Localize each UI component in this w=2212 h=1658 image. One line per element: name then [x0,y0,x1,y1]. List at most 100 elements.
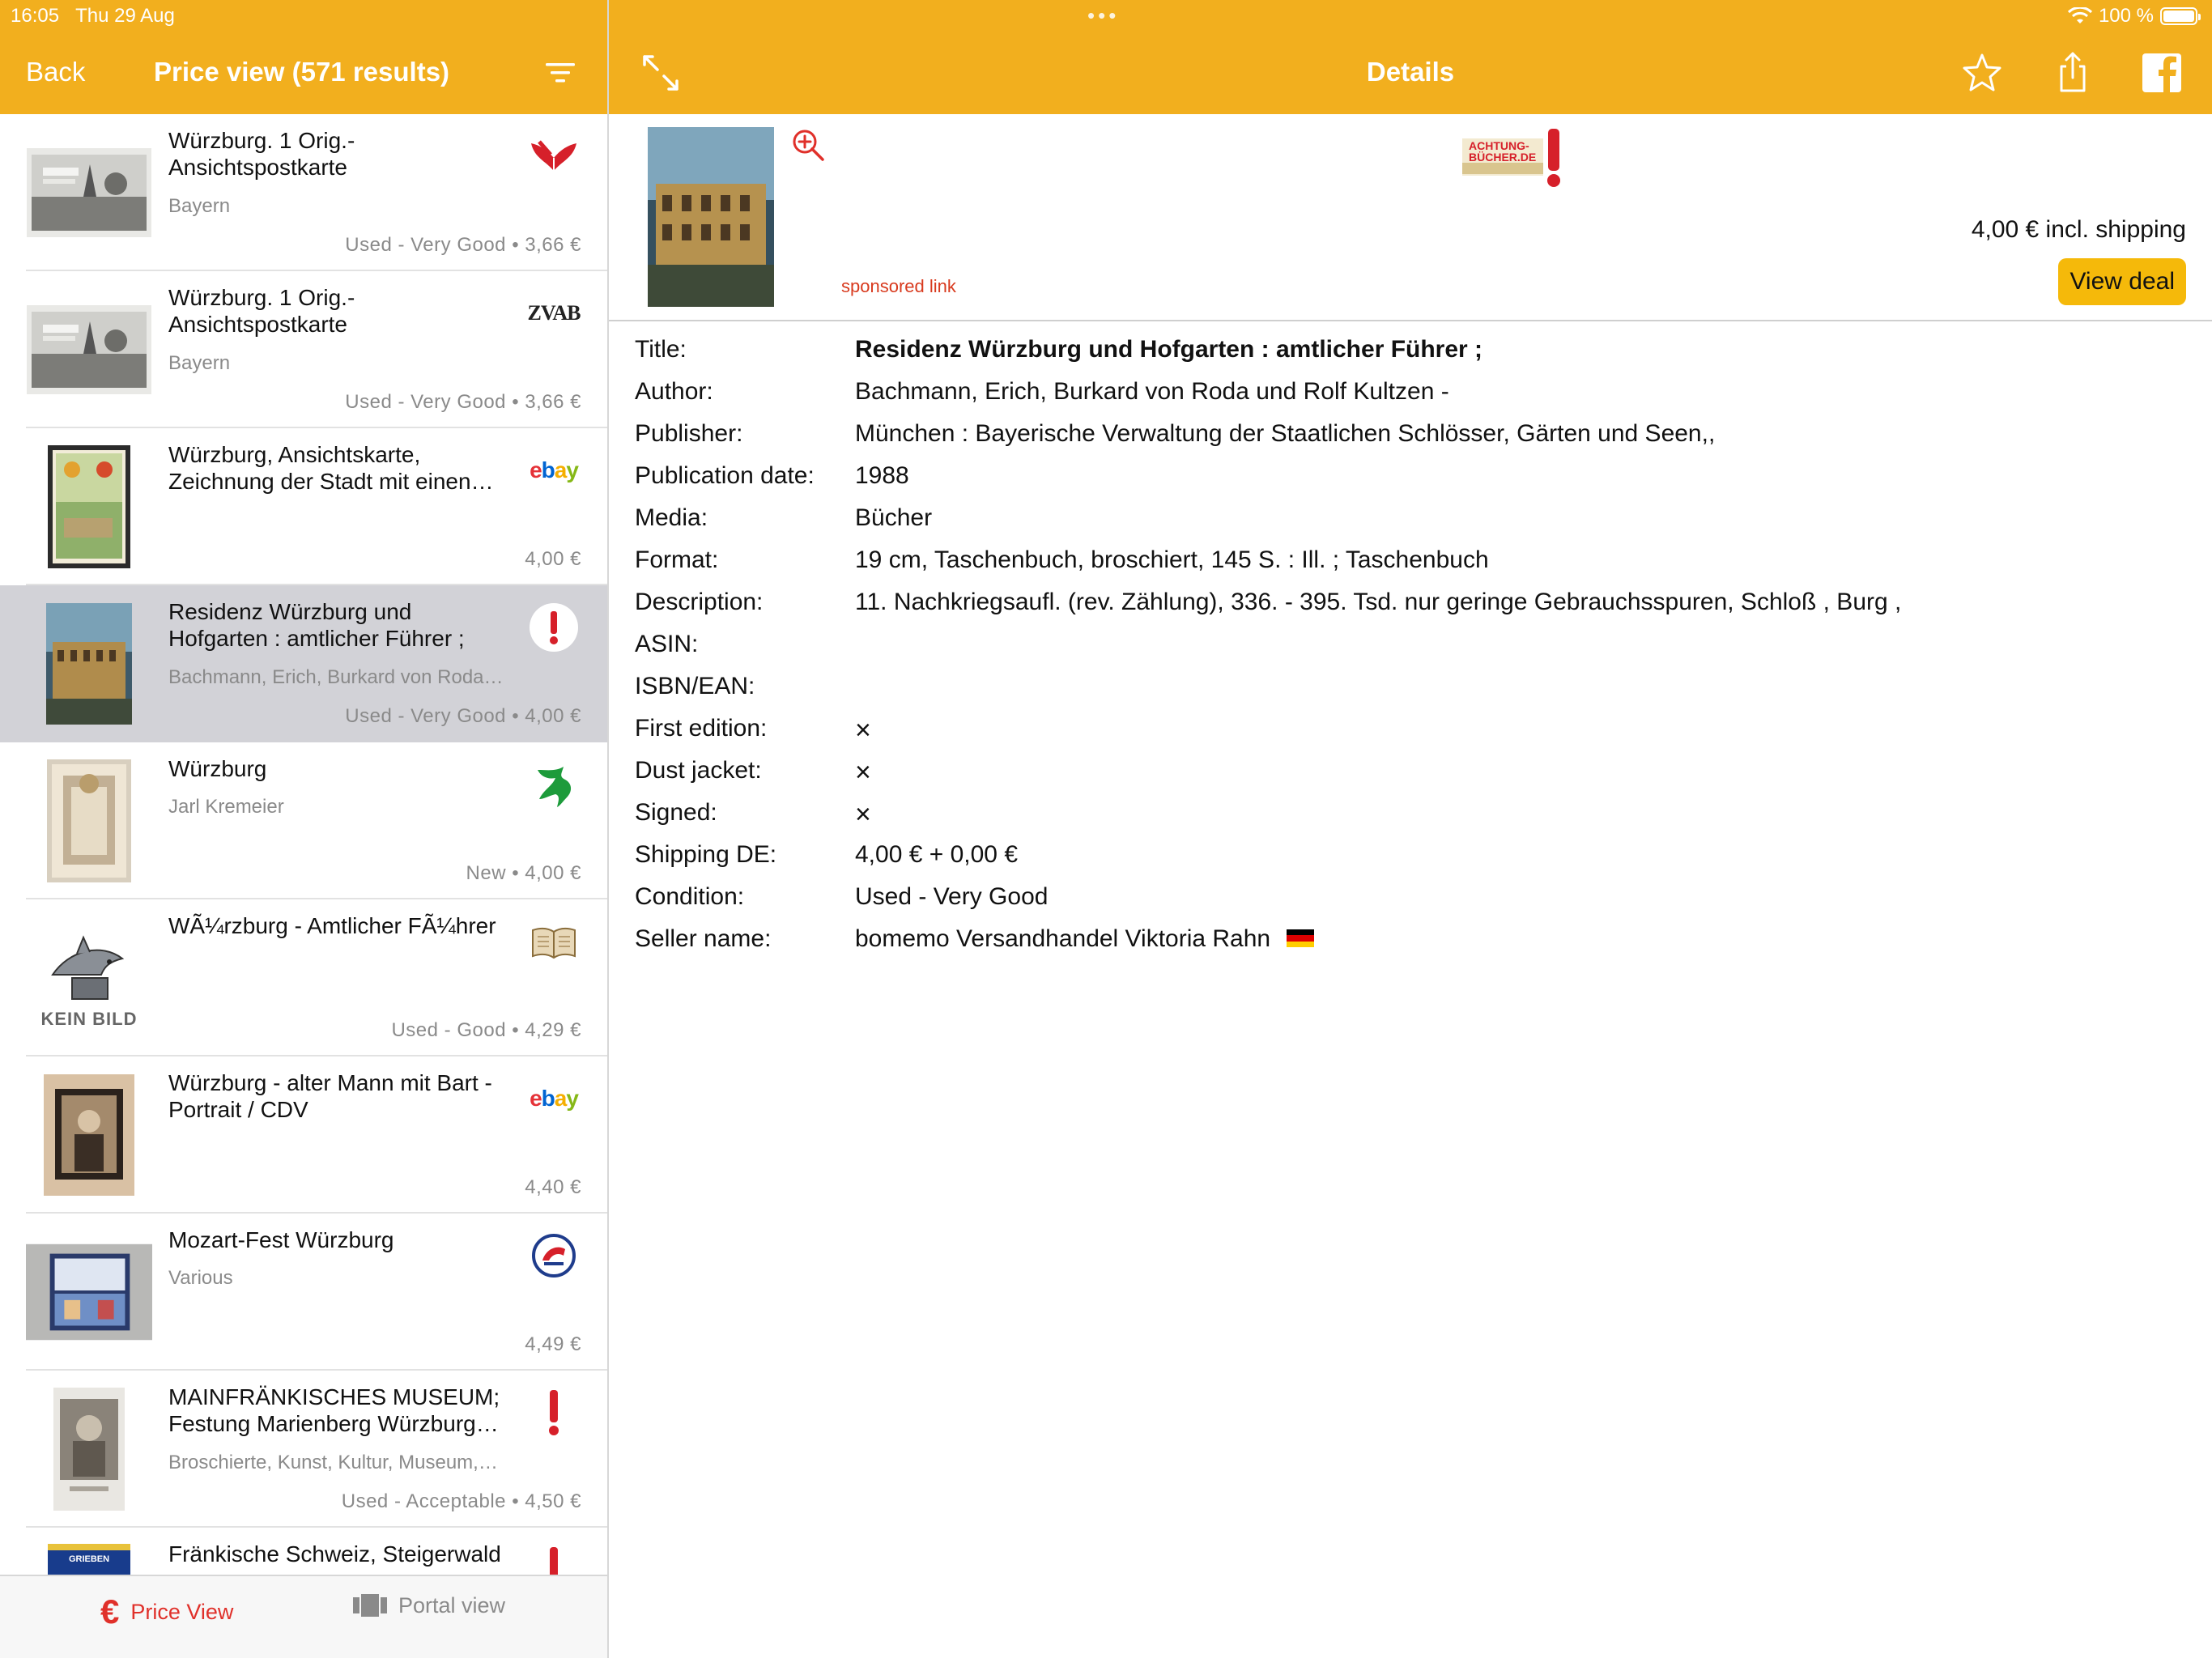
list-item-selected[interactable]: Residenz Würzburg und Hofgarten : amtlic… [0,585,607,742]
item-thumbnail: KEIN BILD [26,916,152,1040]
field-value: 1988 [855,462,909,489]
list-item[interactable]: Würzburg - alter Mann mit Bart - Portrai… [0,1056,607,1214]
exclamation-icon [525,1544,583,1576]
item-price: Used - Very Good • 3,66 € [345,234,581,256]
german-flag-icon [1287,929,1315,948]
field-author: Author: Bachmann, Erich, Burkard von Rod… [635,373,2173,415]
item-title: Mozart-Fest Würzburg [168,1227,394,1252]
field-label: Condition: [635,883,745,910]
facebook-icon[interactable] [2139,50,2184,96]
field-dust-jacket: Dust jacket: × [635,752,2173,794]
list-item[interactable]: Würzburg. 1 Orig.-Ansichtspostkarte Baye… [0,114,607,271]
field-value: Bachmann, Erich, Burkard von Roda und Ro… [855,378,1449,405]
field-media: Media: Bücher [635,500,2173,542]
portal-view-icon [353,1594,387,1617]
item-subtitle: Bayern [168,195,231,217]
back-button[interactable]: Back [26,57,85,87]
filter-icon[interactable] [544,58,576,87]
list-item[interactable]: MAINFRÄNKISCHES MUSEUM; Festung Marienbe… [0,1371,607,1528]
item-title: Fränkische Schweiz, Steigerwald [168,1541,501,1567]
field-label: Publication date: [635,462,815,489]
item-price: Used - Very Good • 4,00 € [345,705,581,727]
tab-portal-view[interactable]: Portal view [353,1592,505,1618]
view-deal-button[interactable]: View deal [2058,258,2186,305]
field-value: Bücher [855,504,933,531]
item-title: Würzburg - alter Mann mit Bart - Portrai… [168,1070,492,1122]
item-title: Würzburg [168,756,267,781]
achtung-buecher-logo[interactable]: ACHTUNG- BÜCHER.DE [1459,125,1572,190]
star-icon[interactable] [1959,50,2005,96]
item-thumbnail [26,287,152,412]
item-thumbnail: GRIEBEN [26,1544,152,1576]
wifi-icon [2067,7,2092,23]
item-title: Würzburg. 1 Orig.-Ansichtspostkarte [168,128,355,180]
price-incl-shipping: 4,00 € incl. shipping [1971,216,2186,243]
item-subtitle: Broschierte, Kunst, Kultur, Museum,… [168,1452,498,1473]
field-asin: ASIN: [635,626,2173,668]
field-label: Publisher: [635,420,743,447]
list-title: Price view (571 results) [154,57,450,87]
item-title: WÃ¼rzburg - Amtlicher FÃ¼hrer [168,913,496,938]
field-signed: Signed: × [635,794,2173,836]
item-thumbnail [26,130,152,255]
x-mark-icon: × [855,715,871,746]
item-title: MAINFRÄNKISCHES MUSEUM; Festung Marienbe… [168,1384,500,1436]
item-price: 4,49 € [525,1333,581,1355]
zvab-icon: ZVAB [525,287,583,339]
status-right: 100 % [2067,5,2201,28]
field-label: Title: [635,336,687,363]
multitasking-dots[interactable]: ••• [1087,3,1119,28]
list-item[interactable]: KEIN BILD WÃ¼rzburg - Amtlicher FÃ¼hrer … [0,899,607,1056]
exclamation-icon [525,1387,583,1439]
x-mark-icon: × [855,799,871,830]
field-publication-date: Publication date: 1988 [635,457,2173,500]
item-thumbnail [26,1387,152,1511]
item-price: Used - Very Good • 3,66 € [345,391,581,413]
tab-price-view-label: Price View [130,1599,234,1624]
battery-percent: 100 % [2098,5,2154,27]
zvab-logo-text: ZVAB [527,301,581,325]
sponsored-link[interactable]: sponsored link [841,276,956,297]
zoom-in-icon[interactable] [790,127,826,163]
status-time: 16:05 Thu 29 Aug [11,5,175,27]
field-label: Media: [635,504,708,531]
field-value: Residenz Würzburg und Hofgarten : amtlic… [855,336,1483,363]
field-value: München : Bayerische Verwaltung der Staa… [855,420,1716,447]
item-price: 4,00 € [525,548,581,570]
field-seller-name: Seller name: bomemo Versandhandel Viktor… [635,920,2173,963]
item-subtitle: Bayern [168,352,231,374]
battery-icon [2160,7,2201,25]
ebay-logo-text: ebay [530,1086,579,1111]
field-value: 11. Nachkriegsaufl. (rev. Zählung), 336.… [855,589,1902,615]
item-thumbnail [26,759,152,883]
field-label: Seller name: [635,925,772,952]
list-item[interactable]: Mozart-Fest Würzburg Various 4,49 € [0,1214,607,1371]
list-item[interactable]: GRIEBEN Fränkische Schweiz, Steigerwald [0,1528,607,1576]
ebay-logo-text: ebay [530,457,579,483]
tab-price-view[interactable]: € Price View [100,1592,233,1631]
field-label: First edition: [635,715,768,742]
list-navbar: Back Price view (571 results) [0,40,607,105]
list-item[interactable]: Würzburg Jarl Kremeier New • 4,00 € [0,742,607,899]
list-item[interactable]: Würzburg, Ansichtskarte, Zeichnung der S… [0,428,607,585]
item-price: Used - Acceptable • 4,50 € [341,1490,581,1512]
book-cover-image[interactable] [648,127,774,307]
item-thumbnail [26,1230,152,1354]
field-format: Format: 19 cm, Taschenbuch, broschiert, … [635,542,2173,584]
field-shipping: Shipping DE: 4,00 € + 0,00 € [635,836,2173,878]
item-price: Used - Good • 4,29 € [391,1019,581,1041]
share-icon[interactable] [2050,50,2095,96]
item-price: New • 4,00 € [466,862,581,884]
item-thumbnail [26,602,152,726]
field-value-wrap: bomemo Versandhandel Viktoria Rahn [855,925,1315,953]
result-list: Würzburg. 1 Orig.-Ansichtspostkarte Baye… [0,114,607,1576]
item-title: Residenz Würzburg und Hofgarten : amtlic… [168,599,465,651]
item-title: Würzburg. 1 Orig.-Ansichtspostkarte [168,285,355,337]
list-item[interactable]: Würzburg. 1 Orig.-Ansichtspostkarte Baye… [0,271,607,428]
detail-separator [609,320,2212,321]
svg-text:BÜCHER.DE: BÜCHER.DE [1469,151,1536,164]
seller-name-value: bomemo Versandhandel Viktoria Rahn [855,925,1271,952]
header-bar: 16:05 Thu 29 Aug ••• 100 % Back Price vi… [0,0,2212,114]
field-label: Format: [635,546,719,573]
field-label: Dust jacket: [635,757,762,784]
